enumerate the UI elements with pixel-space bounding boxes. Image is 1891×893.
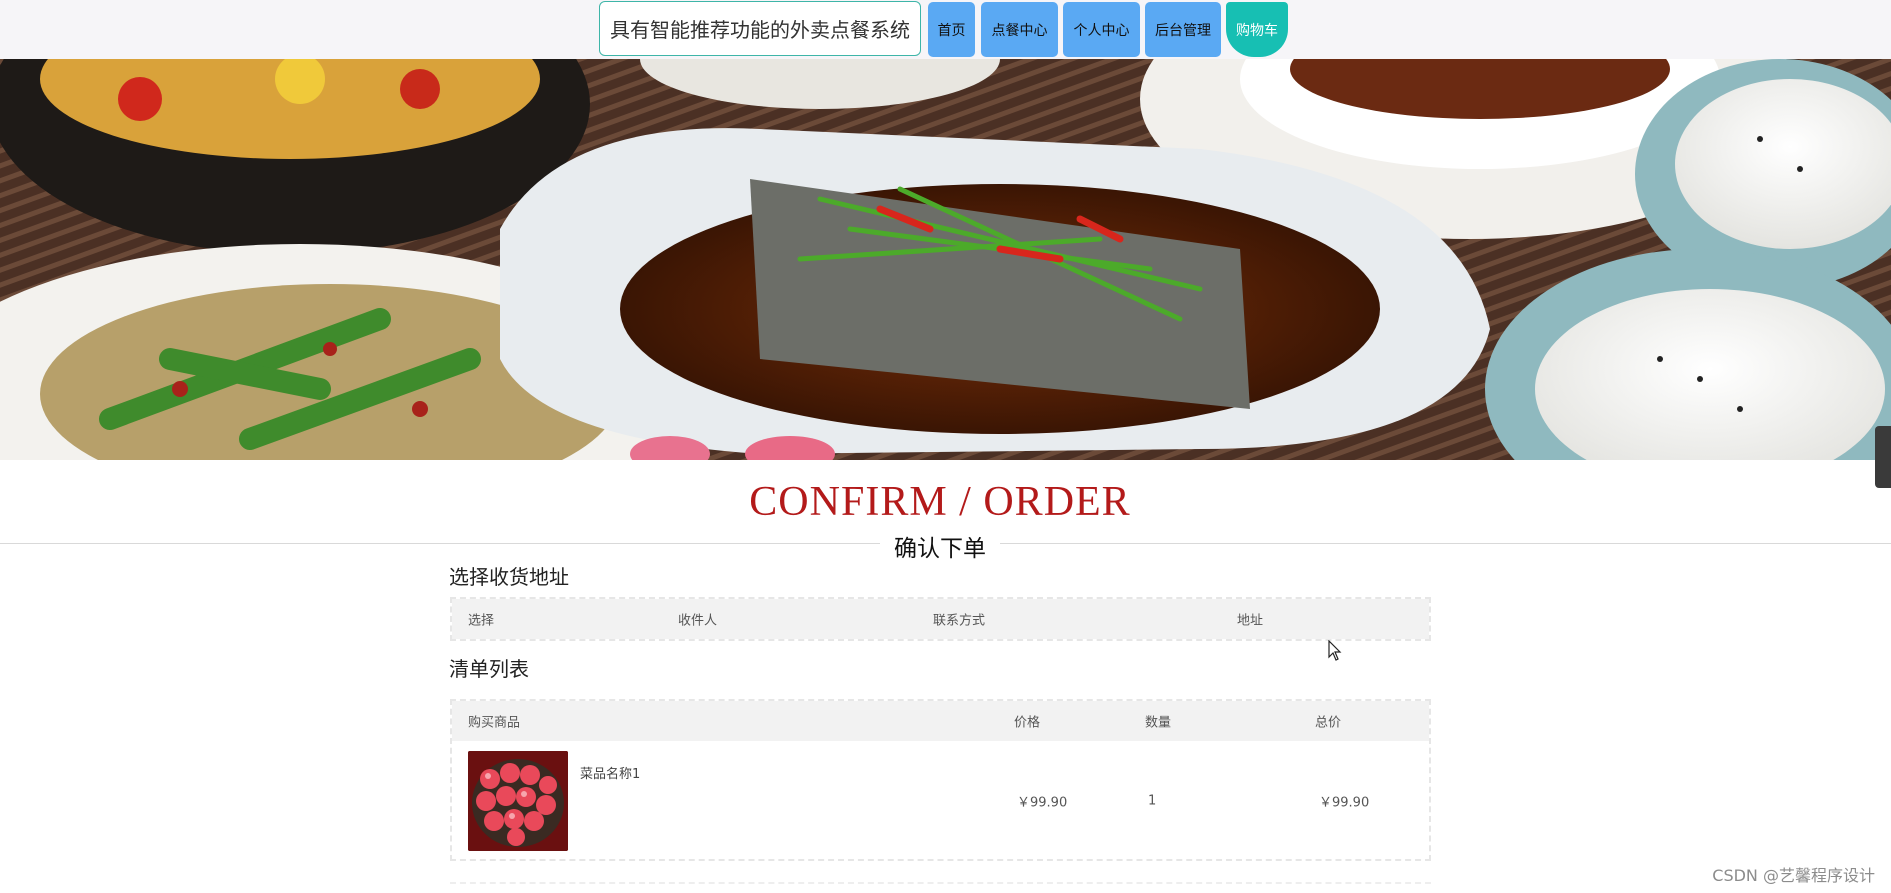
nav-order-center-button[interactable]: 点餐中心 xyxy=(981,2,1058,57)
address-section-title: 选择收货地址 xyxy=(449,565,569,589)
order-col-quantity: 数量 xyxy=(1145,715,1172,731)
hero-banner-image xyxy=(0,59,1891,460)
item-name: 菜品名称1 xyxy=(580,767,641,782)
order-table-header: 购买商品 价格 数量 总价 xyxy=(452,701,1429,741)
nav-user-center-button[interactable]: 个人中心 xyxy=(1063,2,1140,57)
item-total: ￥99.90 xyxy=(1319,795,1370,811)
address-col-contact: 联系方式 xyxy=(933,613,986,629)
watermark-text: CSDN @艺馨程序设计 xyxy=(1712,866,1875,885)
mouse-cursor-icon xyxy=(1328,639,1342,666)
order-col-item: 购买商品 xyxy=(468,715,521,731)
item-thumbnail-image xyxy=(468,751,568,851)
nav-home-button[interactable]: 首页 xyxy=(928,2,975,57)
top-nav-bar: 具有智能推荐功能的外卖点餐系统 首页 点餐中心 个人中心 后台管理 购物车 xyxy=(0,0,1891,59)
nav-admin-button[interactable]: 后台管理 xyxy=(1145,2,1221,57)
address-col-address: 地址 xyxy=(1237,613,1264,629)
order-table: 购买商品 价格 数量 总价 菜品名称1 ￥99.90 1 ￥99.90 xyxy=(450,699,1431,861)
next-table-border xyxy=(450,882,1431,893)
order-col-total: 总价 xyxy=(1315,715,1342,731)
address-col-select: 选择 xyxy=(468,613,495,629)
nav-cart-button[interactable]: 购物车 xyxy=(1226,2,1288,57)
table-row: 菜品名称1 ￥99.90 1 ￥99.90 xyxy=(452,741,1429,861)
item-price: ￥99.90 xyxy=(1017,795,1068,811)
address-table: 选择 收件人 联系方式 地址 xyxy=(450,597,1431,641)
site-title: 具有智能推荐功能的外卖点餐系统 xyxy=(599,1,921,56)
order-section-title: 清单列表 xyxy=(449,657,529,681)
page-heading-en: CONFIRM / ORDER xyxy=(749,479,1131,525)
page-heading-cn: 确认下单 xyxy=(880,529,1000,562)
order-col-price: 价格 xyxy=(1014,715,1041,731)
address-table-header: 选择 收件人 联系方式 地址 xyxy=(452,599,1429,639)
address-col-recipient: 收件人 xyxy=(678,613,718,629)
item-quantity: 1 xyxy=(1148,793,1157,809)
